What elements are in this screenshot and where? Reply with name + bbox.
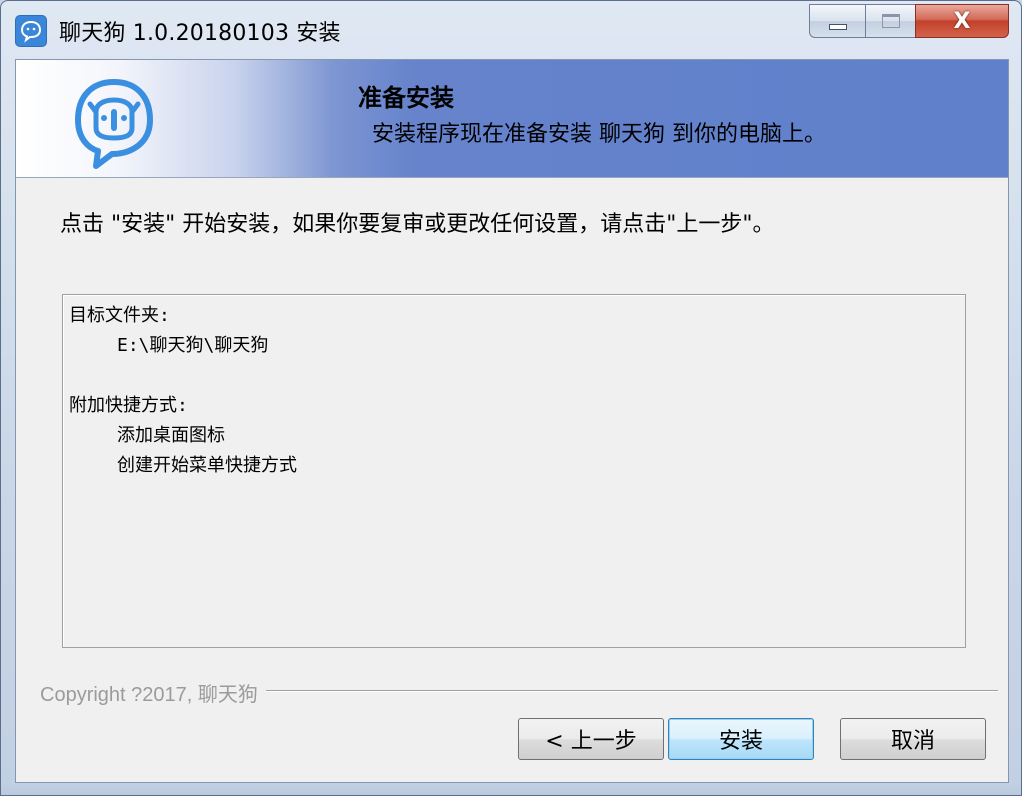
shortcut-item: 创建开始菜单快捷方式 [117, 455, 297, 476]
page-title: 准备安装 [358, 84, 454, 112]
chat-dog-logo-icon [74, 78, 154, 174]
shortcut-item: 添加桌面图标 [117, 425, 225, 446]
minimize-button[interactable] [809, 4, 865, 38]
instruction-text: 点击 "安装" 开始安装，如果你要复审或更改任何设置，请点击"上一步"。 [60, 212, 775, 237]
cancel-button[interactable]: 取消 [840, 718, 986, 760]
maximize-icon [881, 14, 900, 28]
window-title: 聊天狗 1.0.20180103 安装 [59, 21, 341, 46]
destination-folder-label: 目标文件夹: [69, 305, 170, 326]
page-subtitle: 安装程序现在准备安装 聊天狗 到你的电脑上。 [372, 122, 826, 147]
copyright-row: Copyright ?2017, 聊天狗 [40, 678, 998, 707]
additional-shortcuts-label: 附加快捷方式: [69, 395, 188, 416]
window-bottom-border [1, 783, 1021, 795]
close-button[interactable]: X [915, 4, 1009, 38]
caption-buttons: X [809, 4, 1009, 40]
app-icon [15, 15, 47, 47]
title-bar[interactable]: 聊天狗 1.0.20180103 安装 X [1, 1, 1021, 59]
installer-page: 准备安装 安装程序现在准备安装 聊天狗 到你的电脑上。 点击 "安装" 开始安装… [15, 59, 1009, 783]
close-icon: X [953, 8, 971, 34]
install-button[interactable]: 安装 [668, 718, 814, 760]
summary-spacer [69, 361, 959, 391]
back-button[interactable]: < 上一步 [518, 718, 664, 760]
destination-folder-path: E:\聊天狗\聊天狗 [117, 335, 269, 356]
installer-window: 聊天狗 1.0.20180103 安装 X 准备安装 安装程序现在准备安装 聊天… [0, 0, 1022, 796]
copyright-text: Copyright ?2017, 聊天狗 [40, 678, 266, 707]
settings-summary-box[interactable]: 目标文件夹: E:\聊天狗\聊天狗 附加快捷方式: 添加桌面图标 创建开始菜单快… [62, 294, 966, 648]
maximize-button[interactable] [865, 4, 915, 38]
minimize-icon [828, 24, 847, 30]
header-banner: 准备安装 安装程序现在准备安装 聊天狗 到你的电脑上。 [16, 60, 1008, 178]
